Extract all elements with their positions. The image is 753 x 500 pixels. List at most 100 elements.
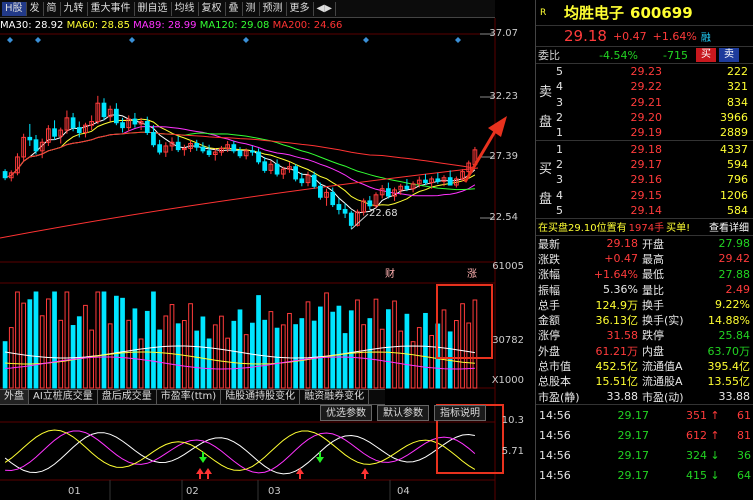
- candle-body: [206, 150, 212, 155]
- volume-bar: [46, 298, 51, 389]
- order-book-row: 1 29.19 2889: [536, 125, 753, 140]
- candle-body: [157, 144, 162, 153]
- date-label: 02: [186, 486, 199, 497]
- volume-bar: [212, 324, 218, 389]
- level-volume: 4337: [720, 142, 748, 156]
- arrow-down-icon: ↓: [710, 468, 720, 482]
- volume-bar: [472, 299, 478, 389]
- level-volume: 584: [727, 203, 748, 217]
- order-book-row: 2 29.20 3966: [536, 110, 753, 125]
- default-params-button[interactable]: 默认参数: [377, 405, 429, 421]
- candle-body: [404, 185, 410, 190]
- volume-bar: [423, 312, 428, 389]
- quote-value: 63.70万: [707, 344, 751, 358]
- kline-chart[interactable]: [0, 0, 535, 500]
- event-diamond-icon: [129, 37, 135, 43]
- level-price: 29.14: [630, 203, 663, 217]
- indicator-tab[interactable]: AI立桩底交量: [29, 390, 98, 404]
- optimal-params-button[interactable]: 优选参数: [320, 405, 372, 421]
- level-number: 5: [556, 203, 563, 217]
- tick-count: 64: [737, 468, 751, 482]
- volume-bar: [52, 291, 57, 389]
- volume-bar: [2, 341, 8, 389]
- indicator-tab[interactable]: 市盈率(ttm): [157, 390, 222, 404]
- indicator-tab[interactable]: 融资融券变化: [300, 390, 370, 404]
- sell-button[interactable]: 卖: [719, 48, 739, 62]
- quote-value: 61.21万: [595, 344, 639, 358]
- quote-value: 31.58: [606, 328, 639, 342]
- ma-line: [4, 125, 476, 197]
- candle-body: [311, 174, 317, 187]
- volume-bar: [219, 315, 224, 389]
- notice-text: 在买盘29.10位置有: [538, 223, 627, 235]
- stock-name: 均胜电子: [564, 4, 625, 22]
- volume-bar: [64, 291, 70, 389]
- candle-body: [435, 178, 441, 182]
- candle-body: [348, 212, 354, 226]
- volume-bar: [367, 318, 373, 389]
- tick-volume: 612: [686, 428, 707, 442]
- volume-bar: [318, 306, 323, 389]
- indicator-help-button[interactable]: 指标说明: [434, 405, 486, 421]
- level-volume: 1206: [720, 188, 748, 202]
- buy-signal-arrow-icon: [196, 468, 204, 479]
- quote-value: 14.88%: [708, 313, 750, 327]
- volume-bar: [206, 338, 212, 389]
- candle-body: [114, 108, 119, 124]
- indicator-button-group: 优选参数 默认参数 指标说明: [320, 405, 486, 421]
- candle-body: [2, 171, 8, 179]
- volume-bar: [95, 291, 101, 389]
- candle-body: [330, 191, 336, 206]
- candle-body: [256, 151, 261, 163]
- date-label: 01: [68, 486, 81, 497]
- buy-signal-arrow-icon: [204, 468, 212, 479]
- order-notice[interactable]: 在买盘29.10位置有 1974手 买单! 查看详细: [536, 219, 753, 235]
- volume-bar: [379, 328, 385, 389]
- buy-button[interactable]: 买: [696, 48, 716, 62]
- volume-bar: [466, 322, 472, 389]
- volume-bar: [280, 324, 286, 389]
- quote-label: 振幅: [538, 283, 560, 297]
- level-volume: 2889: [720, 126, 748, 140]
- weibi-label: 委比: [538, 49, 560, 62]
- stock-code: 600699: [630, 3, 693, 22]
- quote-row: 涨幅 +1.64% 最低 27.88: [536, 267, 753, 282]
- indicator-tab[interactable]: 陆股通持股变化: [221, 390, 301, 404]
- indicator-tab[interactable]: 盘后成交量: [98, 390, 157, 404]
- price-axis-label: 22.54: [489, 212, 518, 223]
- volume-bar: [15, 291, 20, 389]
- volume-bar: [231, 320, 237, 389]
- ma200-line: [0, 167, 479, 239]
- arrow-down-icon: ↓: [710, 448, 720, 462]
- volume-bar: [114, 295, 119, 389]
- quote-value: 395.4亿: [707, 360, 751, 373]
- quote-value: 27.98: [718, 237, 751, 251]
- quote-row: 总手 124.9万 换手 9.22%: [536, 297, 753, 312]
- quote-value: +0.47: [604, 252, 638, 266]
- volume-bar: [268, 311, 274, 389]
- event-diamond-icon: [455, 37, 461, 43]
- level-price: 29.22: [630, 80, 663, 94]
- candle-body: [144, 121, 150, 134]
- volume-bar: [21, 302, 26, 389]
- volume-bar: [274, 327, 280, 389]
- candle-body: [250, 150, 255, 153]
- tick-time: 14:56: [539, 448, 571, 462]
- candle-body: [175, 141, 181, 151]
- candle-body: [336, 204, 342, 210]
- indicator-tab[interactable]: 外盘: [0, 390, 29, 404]
- event-marker-finance[interactable]: 财: [385, 265, 395, 280]
- order-book-row: 2 29.17 594: [536, 157, 753, 172]
- date-label: 03: [268, 486, 281, 497]
- view-detail-link[interactable]: 查看详细: [709, 219, 749, 234]
- level-price: 29.17: [630, 157, 663, 171]
- tick-list: 14:56 29.17 351 ↑ 61 14:56 29.17 612 ↑ 81 14:56 29.…: [536, 405, 753, 485]
- quote-value: 29.42: [718, 252, 751, 266]
- volume-bar: [225, 337, 230, 389]
- candle-body: [262, 161, 268, 171]
- event-marker-limitup[interactable]: 涨: [467, 265, 477, 280]
- low-price-label: 22.68: [369, 208, 398, 219]
- volume-bar: [27, 299, 33, 389]
- tick-time: 14:56: [539, 468, 571, 482]
- quote-row: 总股本 15.51亿 流通股A 13.55亿: [536, 374, 753, 389]
